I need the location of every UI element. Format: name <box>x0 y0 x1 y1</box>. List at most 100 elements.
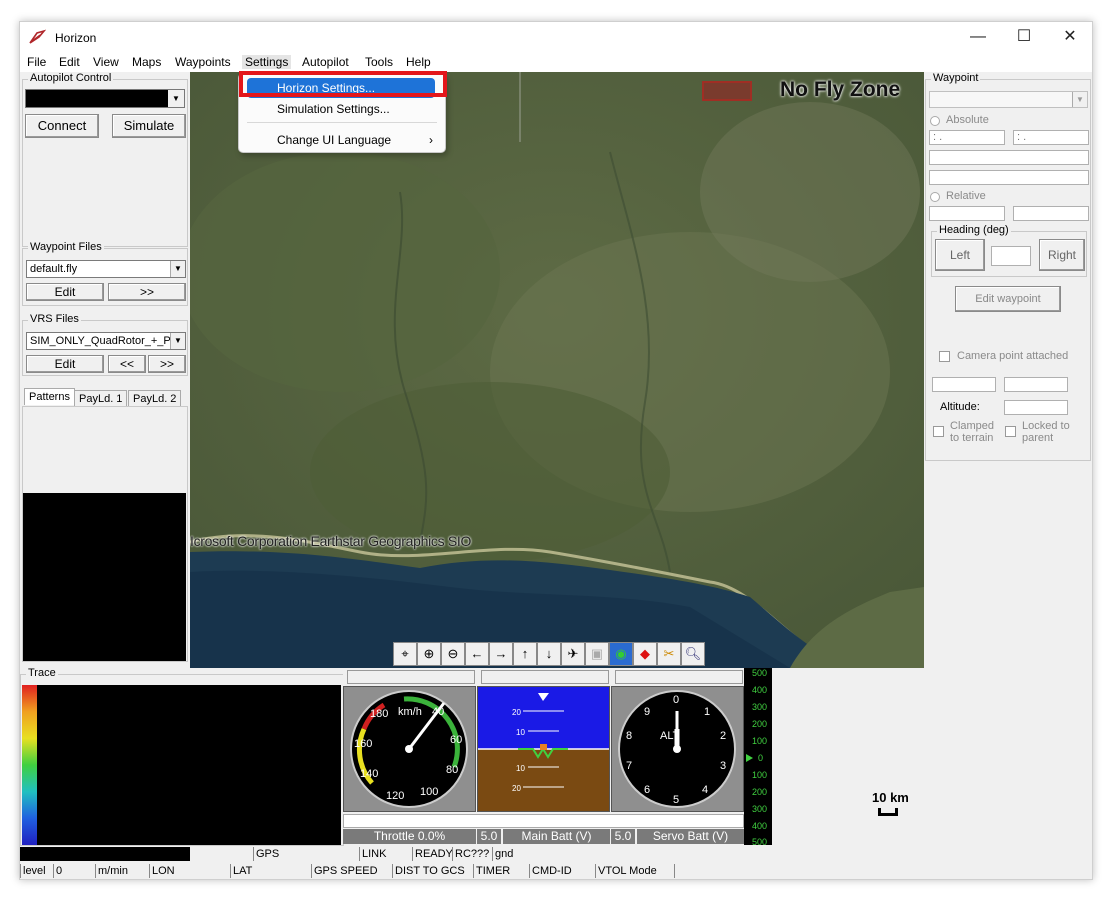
zoom-out-icon[interactable]: ⊖ <box>441 642 465 666</box>
absolute-lon-field[interactable]: : . <box>1013 130 1089 145</box>
waypoint-edit-button[interactable]: Edit <box>26 283 104 301</box>
camera-field-1[interactable] <box>932 377 996 392</box>
svg-text:160: 160 <box>354 738 372 750</box>
globe-icon[interactable]: ◉ <box>609 642 633 666</box>
camera-point-checkbox[interactable] <box>939 351 950 362</box>
autopilot-control-group: Autopilot Control ▼ Connect Simulate <box>22 72 188 247</box>
connect-button[interactable]: Connect <box>25 114 99 138</box>
aircraft-icon[interactable]: ✈ <box>561 642 585 666</box>
status-cmd-id: CMD-ID <box>529 864 595 878</box>
tab-payload-1[interactable]: PayLd. 1 <box>74 390 128 407</box>
simulate-button[interactable]: Simulate <box>112 114 186 138</box>
menu-separator <box>247 122 437 123</box>
vrs-files-group: VRS Files SIM_ONLY_QuadRotor_+_P ▼ Edit … <box>22 313 188 376</box>
clamped-checkbox[interactable] <box>933 426 944 437</box>
highlight-annotation-box <box>239 71 447 97</box>
center-icon[interactable]: ⌖ <box>393 642 417 666</box>
absolute-label: Absolute <box>946 114 989 126</box>
close-button[interactable]: ✕ <box>1047 22 1092 52</box>
waypoint-file-name: default.fly <box>30 263 78 275</box>
waypoint-field-1[interactable] <box>929 150 1089 165</box>
airspeed-indicator: km/h 40 60 80 100 120 140 160 180 <box>343 686 476 812</box>
gauge-spacer <box>343 814 744 828</box>
tools-icon[interactable]: ✂ <box>657 642 681 666</box>
status-lon: LON <box>149 864 230 878</box>
menu-bar: File Edit View Maps Waypoints Settings A… <box>20 52 1092 72</box>
menu-maps[interactable]: Maps <box>132 55 161 69</box>
heading-input[interactable] <box>991 246 1031 266</box>
status-level: level <box>20 864 53 878</box>
tab-payload-2[interactable]: PayLd. 2 <box>128 390 182 407</box>
vrs-edit-button[interactable]: Edit <box>26 355 104 373</box>
waypoint-icon[interactable]: ◆ <box>633 642 657 666</box>
servo-batt-value: 5.0 <box>611 829 635 844</box>
search-icon[interactable]: 🔍︎ <box>681 642 705 666</box>
svg-text:4: 4 <box>702 784 708 796</box>
camera-icon[interactable]: ▣ <box>585 642 609 666</box>
status-gps-speed: GPS SPEED <box>311 864 392 878</box>
menu-edit[interactable]: Edit <box>59 55 80 69</box>
menu-file[interactable]: File <box>27 55 46 69</box>
waypoint-next-button[interactable]: >> <box>108 283 186 301</box>
menu-help[interactable]: Help <box>406 55 431 69</box>
edit-waypoint-button[interactable]: Edit waypoint <box>955 286 1061 312</box>
horizon-window: Horizon — ☐ ✕ File Edit View Maps Waypoi… <box>19 21 1093 880</box>
svg-text:10: 10 <box>516 728 525 737</box>
instrument-panel: km/h 40 60 80 100 120 140 160 180 20 10 … <box>343 668 745 844</box>
menu-settings[interactable]: Settings <box>242 55 292 69</box>
menu-waypoints[interactable]: Waypoints <box>175 55 231 69</box>
camera-field-2[interactable] <box>1004 377 1068 392</box>
no-fly-zone-area[interactable] <box>702 81 752 101</box>
map-view[interactable]: No Fly Zone Icrosoft Corporation Earthst… <box>190 72 924 668</box>
pan-right-icon[interactable]: → <box>489 642 513 666</box>
waypoint-select[interactable]: ▼ <box>929 91 1088 108</box>
main-batt-value: 5.0 <box>477 829 501 844</box>
status-gps: GPS <box>253 847 359 861</box>
pan-left-icon[interactable]: ← <box>465 642 489 666</box>
relative-radio[interactable] <box>930 192 940 202</box>
altitude-slider[interactable] <box>615 670 743 684</box>
relative-y-field[interactable] <box>1013 206 1089 221</box>
svg-text:8: 8 <box>626 730 632 742</box>
altitude-field[interactable] <box>1004 400 1068 415</box>
menu-tools[interactable]: Tools <box>365 55 393 69</box>
menu-view[interactable]: View <box>93 55 119 69</box>
trace-canvas <box>37 685 341 845</box>
zoom-in-icon[interactable]: ⊕ <box>417 642 441 666</box>
vrs-next-button[interactable]: >> <box>148 355 186 373</box>
relative-x-field[interactable] <box>929 206 1005 221</box>
waypoint-field-2[interactable] <box>929 170 1089 185</box>
svg-text:200: 200 <box>752 787 767 797</box>
status-unit: m/min <box>95 864 149 878</box>
minimize-button[interactable]: — <box>955 22 1001 52</box>
heading-group: Heading (deg) Left Right <box>931 224 1087 277</box>
heading-right-button[interactable]: Right <box>1039 239 1085 271</box>
waypoint-file-select[interactable]: default.fly ▼ <box>26 260 186 278</box>
absolute-lat-field[interactable]: : . <box>929 130 1005 145</box>
maximize-button[interactable]: ☐ <box>1001 22 1047 52</box>
svg-text:60: 60 <box>450 734 462 746</box>
vrs-file-select[interactable]: SIM_ONLY_QuadRotor_+_P ▼ <box>26 332 186 350</box>
locked-checkbox[interactable] <box>1005 426 1016 437</box>
svg-text:5: 5 <box>673 794 679 806</box>
menu-simulation-settings[interactable]: Simulation Settings... <box>239 99 445 119</box>
heading-left-button[interactable]: Left <box>935 239 985 271</box>
status-gnd: gnd <box>492 847 542 861</box>
satellite-map <box>190 72 924 668</box>
attitude-slider[interactable] <box>481 670 609 684</box>
svg-text:3: 3 <box>720 760 726 772</box>
svg-text:400: 400 <box>752 685 767 695</box>
menu-change-ui-language[interactable]: Change UI Language › <box>239 130 445 150</box>
absolute-radio[interactable] <box>930 116 940 126</box>
pan-up-icon[interactable]: ↑ <box>513 642 537 666</box>
autopilot-control-label: Autopilot Control <box>28 72 114 84</box>
vrs-prev-button[interactable]: << <box>108 355 146 373</box>
menu-autopilot[interactable]: Autopilot <box>302 55 349 69</box>
autopilot-port-select[interactable]: ▼ <box>25 89 185 108</box>
airspeed-unit: km/h <box>398 706 422 718</box>
svg-text:100: 100 <box>752 736 767 746</box>
pan-down-icon[interactable]: ↓ <box>537 642 561 666</box>
airspeed-slider[interactable] <box>347 670 475 684</box>
tab-patterns[interactable]: Patterns <box>24 388 75 405</box>
status-timer: TIMER <box>473 864 529 878</box>
